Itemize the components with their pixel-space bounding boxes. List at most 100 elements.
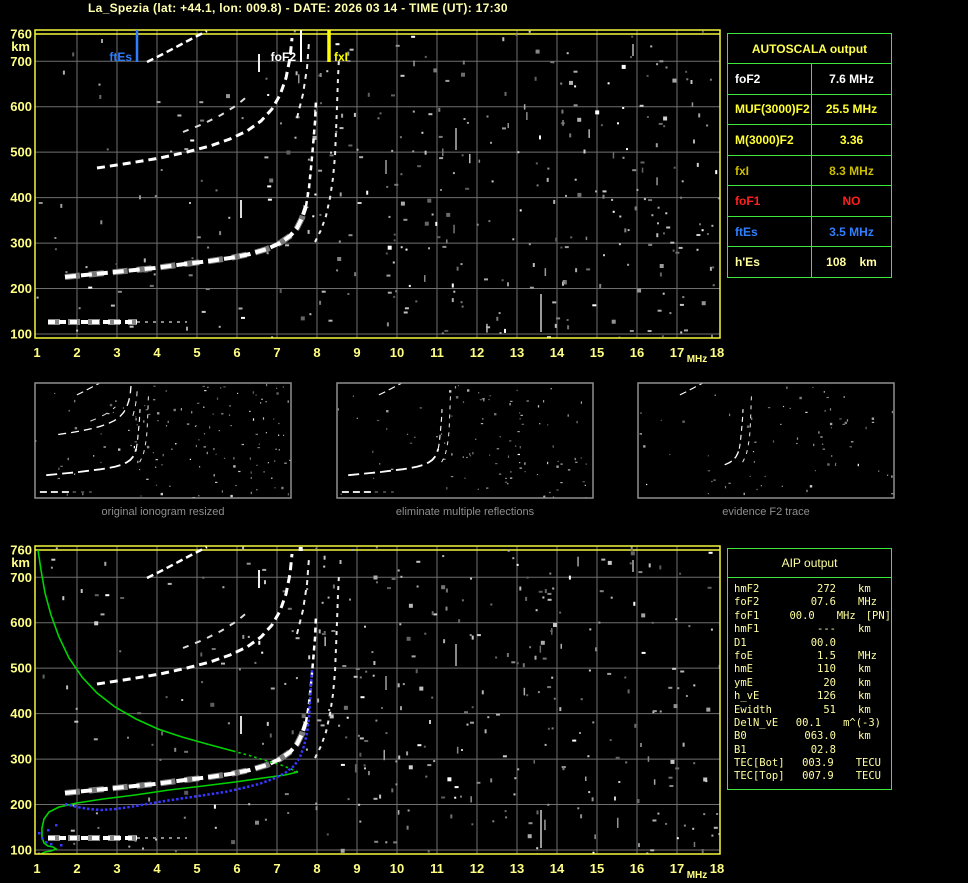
svg-text:300: 300 [10, 752, 32, 767]
svg-text:12: 12 [470, 861, 484, 876]
aip-name: TEC[Bot] [734, 757, 785, 770]
aip-value: 110 [817, 663, 836, 676]
svg-text:15: 15 [590, 345, 604, 360]
svg-text:600: 600 [10, 99, 32, 114]
svg-text:km: km [11, 555, 30, 570]
svg-text:600: 600 [10, 615, 32, 630]
aip-row-b1: B1 02.8 [734, 744, 891, 757]
aip-row-fof1: foF1 00.0 MHz [PN] [734, 610, 891, 623]
svg-text:8: 8 [313, 345, 320, 360]
autoscala-row-label: M(3000)F2 [728, 125, 812, 155]
aip-unit: MHz [858, 596, 877, 609]
svg-text:2: 2 [73, 861, 80, 876]
aip-table-rows: hmF2 272 km foF2 07.6 MHz foF1 00.0 MHz [PN] hmF1-… [728, 578, 891, 789]
svg-text:13: 13 [510, 345, 524, 360]
autoscala-row-label: MUF(3000)F2 [728, 94, 812, 125]
svg-text:14: 14 [550, 345, 565, 360]
svg-text:18: 18 [710, 861, 724, 876]
aip-row-hve: h_vE 126 km [734, 690, 891, 703]
electron-density-profile-topside [37, 549, 234, 752]
autoscala-row-ftes: ftEs 3.5 MHz [728, 216, 891, 248]
autoscala-row-label: foF1 [728, 186, 812, 216]
svg-text:200: 200 [10, 797, 32, 812]
autoscala-app-window: La_Spezia (lat: +44.1, lon: 009.8) - DAT… [0, 0, 968, 883]
aip-row-delnve: DelN_vE 00.1 m^(-3) [734, 717, 891, 730]
svg-text:500: 500 [10, 661, 32, 676]
top-ionogram-chart: 760700600500400300200100km1 2 3 4 5 6 7 8 9 10 11 1… [10, 27, 724, 366]
aip-name: D1 [734, 636, 747, 649]
aip-extra: [PN] [865, 609, 891, 622]
aip-value: 003.9 [802, 757, 834, 770]
chart-border [34, 29, 721, 339]
aip-unit: TECU [855, 757, 881, 770]
svg-text:700: 700 [10, 54, 32, 69]
svg-text:100: 100 [10, 842, 32, 857]
svg-text:11: 11 [430, 345, 444, 360]
svg-text:300: 300 [10, 236, 32, 251]
svg-text:100: 100 [10, 326, 32, 341]
svg-text:400: 400 [10, 190, 32, 205]
aip-unit: km [858, 663, 871, 676]
aip-name: B1 [734, 743, 747, 756]
aip-row-hmf2: hmF2 272 km [734, 583, 891, 596]
autoscala-row-fxi: fxI 8.3 MHz [728, 155, 891, 187]
svg-text:4: 4 [153, 861, 161, 876]
svg-text:8: 8 [313, 861, 320, 876]
aip-unit: km [858, 690, 871, 703]
svg-text:500: 500 [10, 145, 32, 160]
svg-text:10: 10 [390, 861, 404, 876]
aip-value: 00.1 [795, 716, 822, 729]
aip-unit: km [858, 676, 871, 689]
autoscala-row-fof2: foF2 7.6 MHz [728, 64, 891, 95]
autoscala-row-muf3000f2: MUF(3000)F2 25.5 MHz [728, 94, 891, 126]
autoscala-row-label: foF2 [728, 64, 812, 94]
svg-text:7: 7 [273, 345, 280, 360]
aip-name: h_vE [734, 690, 760, 703]
svg-text:5: 5 [193, 345, 200, 360]
aip-unit: km [858, 703, 871, 716]
aip-name: TEC[Top] [734, 770, 785, 783]
aip-row-tectop: TEC[Top] 007.9 TECU [734, 770, 891, 783]
svg-text:1: 1 [33, 861, 40, 876]
x-axis-labels: 1 2 3 4 5 6 7 8 9 10 11 12 13 14 15 16 17 18MHz [33, 345, 724, 365]
svg-text:1: 1 [33, 345, 40, 360]
svg-text:4: 4 [153, 345, 161, 360]
svg-text:6: 6 [233, 345, 240, 360]
aip-value: 02.8 [810, 743, 836, 756]
aip-value: 1.5 [817, 649, 836, 662]
aip-value: 126 [817, 690, 836, 703]
svg-text:13: 13 [510, 861, 524, 876]
autoscala-row-label: fxI [728, 155, 812, 186]
svg-text:MHz: MHz [687, 354, 708, 365]
mini-panel-1 [34, 382, 292, 499]
aip-unit: km [858, 583, 871, 595]
autoscala-row-value: 8.3 MHz [829, 163, 874, 178]
aip-value: 00.0 [789, 609, 815, 622]
mini-panel-2 [336, 382, 594, 499]
aip-name: Ewidth [734, 703, 772, 716]
svg-text:9: 9 [353, 345, 360, 360]
svg-text:12: 12 [470, 345, 484, 360]
aip-unit: km [858, 623, 871, 636]
panel-caption-eliminate: eliminate multiple reflections [395, 506, 535, 518]
aip-row-foe: foE 1.5 MHz [734, 650, 891, 663]
svg-text:17: 17 [670, 345, 684, 360]
svg-text:km: km [11, 39, 30, 54]
autoscala-table-header: AUTOSCALA output [728, 34, 891, 64]
svg-text:16: 16 [630, 861, 644, 876]
aip-row-fof2: foF2 07.6 MHz [734, 596, 891, 609]
bottom-ionogram-chart: 760700600500400300200100km1 2 3 4 5 6 7 8 9 10 11 1… [10, 543, 724, 882]
svg-text:14: 14 [550, 861, 565, 876]
aip-row-hme: hmE 110 km [734, 663, 891, 676]
aip-unit: TECU [855, 770, 881, 783]
aip-value: 20 [823, 676, 836, 689]
svg-text:7: 7 [273, 861, 280, 876]
autoscala-table-rows: foF2 7.6 MHz MUF(3000)F2 25.5 MHz M(3000)F2 3… [728, 64, 891, 278]
panel-caption-evidence: evidence F2 trace [722, 506, 810, 518]
aip-name: hmF2 [734, 583, 760, 595]
y-axis-labels: 760700600500400300200100km [10, 27, 32, 342]
marker-label-fof2: foF2 [271, 50, 297, 64]
aip-table-header: AIP output [728, 549, 891, 578]
svg-text:11: 11 [430, 861, 444, 876]
svg-text:700: 700 [10, 570, 32, 585]
